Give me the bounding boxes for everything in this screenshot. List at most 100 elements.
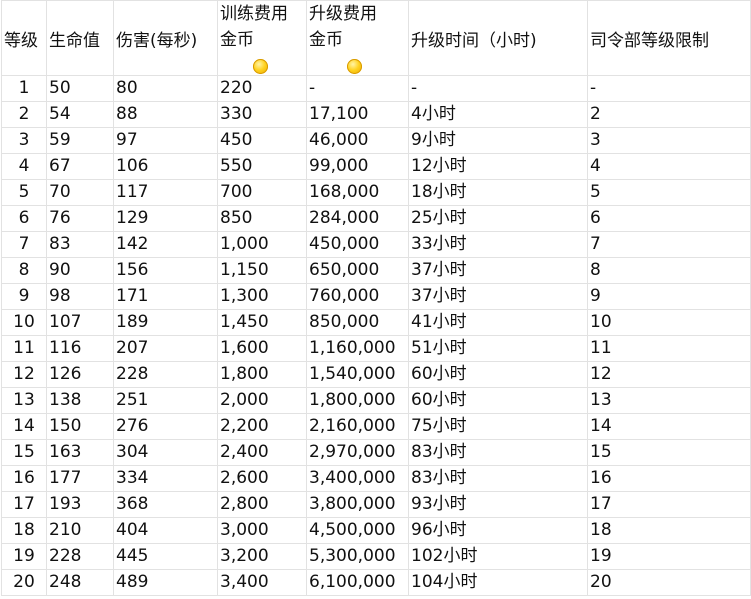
cell-hq-level: 8: [587, 257, 751, 284]
cell-dps: 88: [113, 101, 218, 128]
cell-training-cost: 850: [217, 205, 307, 232]
cell-level: 18: [1, 517, 47, 544]
cell-hq-level: 9: [587, 283, 751, 310]
cell-hq-level: 19: [587, 543, 751, 570]
table-row: 13 138 251 2,000 1,800,000 60小时 13: [1, 387, 751, 414]
cell-dps: 445: [113, 543, 218, 570]
cell-hp: 228: [46, 543, 114, 570]
cell-hq-level: 17: [587, 491, 751, 518]
cell-level: 2: [1, 101, 47, 128]
cell-hp: 98: [46, 283, 114, 310]
cell-level: 9: [1, 283, 47, 310]
cell-level: 12: [1, 361, 47, 388]
cell-hp: 70: [46, 179, 114, 206]
cell-dps: 228: [113, 361, 218, 388]
cell-dps: 489: [113, 569, 218, 596]
cell-upgrade-cost: 1,800,000: [306, 387, 409, 414]
cell-hq-level: 6: [587, 205, 751, 232]
cell-upgrade-cost: 650,000: [306, 257, 409, 284]
cell-training-cost: 700: [217, 179, 307, 206]
cell-training-cost: 450: [217, 127, 307, 154]
cell-hp: 107: [46, 309, 114, 336]
cell-level: 17: [1, 491, 47, 518]
table-row: 19 228 445 3,200 5,300,000 102小时 19: [1, 543, 751, 570]
cell-training-cost: 1,800: [217, 361, 307, 388]
cell-training-cost: 3,000: [217, 517, 307, 544]
cell-upgrade-time: 4小时: [408, 101, 588, 128]
cell-training-cost: 2,600: [217, 465, 307, 492]
cell-dps: 368: [113, 491, 218, 518]
upgrade-cost-unit: 金币: [309, 30, 343, 50]
cell-upgrade-time: 25小时: [408, 205, 588, 232]
cell-upgrade-time: 33小时: [408, 231, 588, 258]
cell-hq-level: 5: [587, 179, 751, 206]
table-row: 6 76 129 850 284,000 25小时 6: [1, 205, 751, 232]
table-row: 8 90 156 1,150 650,000 37小时 8: [1, 257, 751, 284]
cell-upgrade-time: 75小时: [408, 413, 588, 440]
cell-upgrade-time: 60小时: [408, 387, 588, 414]
table-row: 9 98 171 1,300 760,000 37小时 9: [1, 283, 751, 310]
table-row: 2 54 88 330 17,100 4小时 2: [1, 101, 751, 128]
cell-hp: 248: [46, 569, 114, 596]
cell-hq-level: 18: [587, 517, 751, 544]
cell-training-cost: 3,200: [217, 543, 307, 570]
cell-training-cost: 550: [217, 153, 307, 180]
cell-hq-level: 11: [587, 335, 751, 362]
cell-training-cost: 2,200: [217, 413, 307, 440]
header-dps: 伤害(每秒): [113, 0, 218, 76]
cell-hq-level: 3: [587, 127, 751, 154]
cell-dps: 156: [113, 257, 218, 284]
cell-upgrade-time: 41小时: [408, 309, 588, 336]
cell-upgrade-time: 37小时: [408, 257, 588, 284]
cell-dps: 97: [113, 127, 218, 154]
cell-training-cost: 1,600: [217, 335, 307, 362]
cell-hp: 163: [46, 439, 114, 466]
cell-upgrade-cost: 46,000: [306, 127, 409, 154]
cell-level: 3: [1, 127, 47, 154]
cell-upgrade-time: 93小时: [408, 491, 588, 518]
cell-level: 14: [1, 413, 47, 440]
upgrade-stats-table: 等级 生命值 伤害(每秒) 训练费用 金币 升级费用 金币 升级时间（小时) 司…: [1, 0, 751, 596]
cell-hp: 193: [46, 491, 114, 518]
cell-hp: 210: [46, 517, 114, 544]
header-upgrade-time: 升级时间（小时): [408, 0, 588, 76]
cell-level: 19: [1, 543, 47, 570]
cell-level: 15: [1, 439, 47, 466]
cell-level: 1: [1, 75, 47, 102]
cell-upgrade-cost: 760,000: [306, 283, 409, 310]
header-level: 等级: [1, 0, 47, 76]
table-row: 7 83 142 1,000 450,000 33小时 7: [1, 231, 751, 258]
cell-hp: 67: [46, 153, 114, 180]
header-hq-level: 司令部等级限制: [587, 0, 751, 76]
cell-upgrade-cost: 5,300,000: [306, 543, 409, 570]
cell-hq-level: 20: [587, 569, 751, 596]
cell-hq-level: -: [587, 75, 751, 102]
table-row: 14 150 276 2,200 2,160,000 75小时 14: [1, 413, 751, 440]
cell-training-cost: 1,300: [217, 283, 307, 310]
cell-dps: 171: [113, 283, 218, 310]
table-body: 1 50 80 220- - -2 54 88 330 17,100 4小时 2 3 59 97 450 46,…: [1, 75, 751, 596]
cell-upgrade-time: 51小时: [408, 335, 588, 362]
cell-training-cost: 2,800: [217, 491, 307, 518]
cell-upgrade-cost: 850,000: [306, 309, 409, 336]
cell-training-cost: 1,450: [217, 309, 307, 336]
upgrade-cost-title: 升级费用: [309, 4, 377, 24]
cell-upgrade-time: 12小时: [408, 153, 588, 180]
cell-hq-level: 4: [587, 153, 751, 180]
cell-upgrade-time: 18小时: [408, 179, 588, 206]
table-row: 12 126 228 1,800 1,540,000 60小时 12: [1, 361, 751, 388]
cell-dps: 276: [113, 413, 218, 440]
cell-hp: 177: [46, 465, 114, 492]
cell-upgrade-time: 104小时: [408, 569, 588, 596]
cell-upgrade-cost: 6,100,000: [306, 569, 409, 596]
cell-upgrade-cost: 17,100: [306, 101, 409, 128]
table-row: 5 70 117 700 168,000 18小时 5: [1, 179, 751, 206]
cell-upgrade-cost: 99,000: [306, 153, 409, 180]
cell-level: 10: [1, 309, 47, 336]
cell-training-cost: 1,000: [217, 231, 307, 258]
cell-training-cost: 2,000: [217, 387, 307, 414]
table-row: 1 50 80 220- - -: [1, 75, 751, 102]
cell-level: 8: [1, 257, 47, 284]
cell-dps: 106: [113, 153, 218, 180]
cell-upgrade-cost: 450,000: [306, 231, 409, 258]
